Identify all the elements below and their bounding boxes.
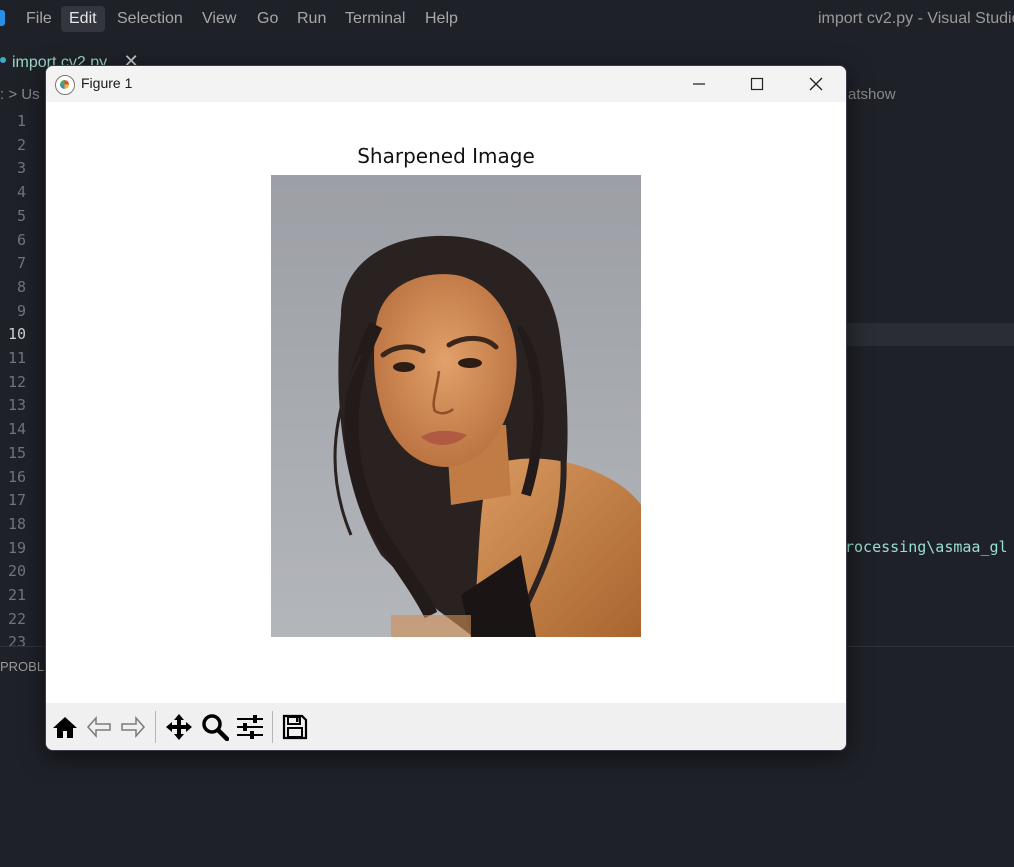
line-number: 11 — [7, 349, 26, 367]
maximize-button[interactable] — [728, 66, 786, 102]
line-number: 19 — [7, 538, 26, 557]
back-button[interactable] — [84, 712, 114, 742]
home-button[interactable] — [50, 712, 80, 742]
line-number: 16 — [7, 467, 26, 486]
line-number: 17 — [7, 491, 26, 510]
line-number: 2 — [16, 135, 26, 154]
portrait-photo — [271, 175, 641, 637]
menu-edit[interactable]: Edit — [61, 6, 105, 32]
configure-subplots-button[interactable] — [235, 712, 265, 742]
line-number: 20 — [7, 562, 26, 581]
save-button[interactable] — [280, 712, 310, 742]
line-number: 6 — [16, 230, 26, 249]
line-number: 9 — [16, 301, 26, 320]
line-number-gutter: 1 2 3 4 5 6 7 8 9 10 11 12 13 14 15 16 17 18 19 20 21 22 23 — [0, 108, 40, 651]
toolbar-separator — [155, 711, 156, 743]
pan-button[interactable] — [164, 712, 194, 742]
figure-canvas[interactable]: Sharpened Image — [46, 102, 846, 703]
figure-window: Figure 1 Sharpened Image — [45, 65, 847, 751]
back-arrow-icon — [86, 716, 111, 738]
current-line-highlight — [845, 323, 1014, 346]
line-number: 12 — [7, 372, 26, 391]
menu-help[interactable]: Help — [417, 6, 466, 32]
menu-go[interactable]: Go — [249, 6, 286, 32]
line-number: 5 — [16, 206, 26, 225]
line-number: 15 — [7, 443, 26, 462]
line-number: 4 — [16, 183, 26, 202]
close-icon — [809, 77, 823, 91]
line-number: 13 — [7, 396, 26, 415]
menu-selection[interactable]: Selection — [109, 6, 191, 32]
close-button[interactable] — [787, 66, 845, 102]
window-title: import cv2.py - Visual Studio C — [818, 10, 1014, 27]
menu-terminal[interactable]: Terminal — [337, 6, 413, 32]
breadcrumb[interactable]: : > Us — [0, 86, 40, 103]
line-number: 21 — [7, 586, 26, 604]
matplotlib-logo-icon — [55, 75, 75, 95]
menu-file[interactable]: File — [18, 6, 60, 32]
configure-subplots-icon — [237, 715, 263, 739]
navigation-toolbar — [46, 703, 846, 750]
line-number: 8 — [16, 277, 26, 296]
zoom-button[interactable] — [200, 712, 230, 742]
breadcrumb-symbol[interactable]: atshow — [848, 86, 896, 103]
save-icon — [282, 714, 308, 740]
modified-dot-icon — [0, 57, 6, 63]
forward-arrow-icon — [121, 716, 146, 738]
toolbar-separator — [272, 711, 273, 743]
menu-view[interactable]: View — [194, 6, 244, 32]
line-number: 14 — [7, 420, 26, 439]
line-number: 10 — [7, 325, 26, 344]
line-number: 18 — [7, 514, 26, 533]
line-number: 22 — [7, 609, 26, 628]
plot-title: Sharpened Image — [357, 144, 535, 168]
home-icon — [53, 717, 77, 738]
vscode-menubar: File Edit Selection View Go Run Terminal… — [0, 0, 1014, 38]
maximize-icon — [750, 77, 764, 91]
menu-run[interactable]: Run — [289, 6, 334, 32]
code-line-19-fragment[interactable]: rocessing\asmaa_gl — [845, 538, 1008, 556]
zoom-icon — [202, 714, 229, 741]
minimize-icon — [693, 83, 705, 85]
sharpened-image — [271, 175, 641, 637]
figure-titlebar[interactable]: Figure 1 — [46, 66, 846, 102]
vscode-logo-icon — [0, 10, 5, 26]
forward-button[interactable] — [118, 712, 148, 742]
line-number: 1 — [16, 112, 26, 130]
pan-move-icon — [166, 714, 192, 740]
line-number: 3 — [16, 159, 26, 178]
line-number: 7 — [16, 254, 26, 273]
minimize-button[interactable] — [670, 66, 728, 102]
figure-window-title: Figure 1 — [81, 75, 133, 91]
